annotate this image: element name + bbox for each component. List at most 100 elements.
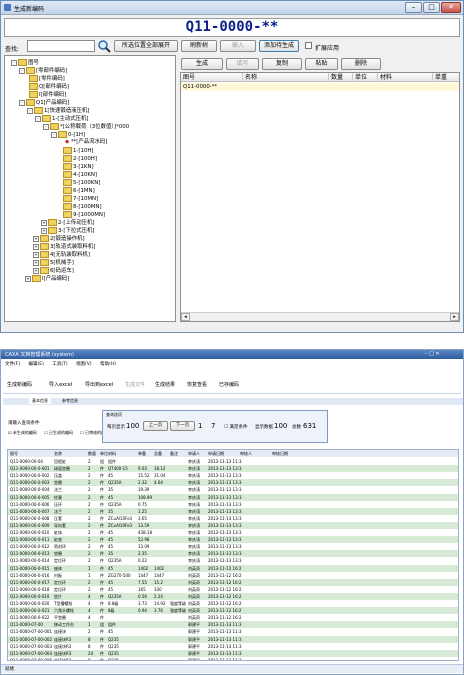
grid-column-header[interactable]: 单重 [138,450,146,457]
prev-page-button[interactable]: 上一页 [143,421,168,431]
generate-code-tool[interactable]: 生成新编码 [7,378,32,392]
restore-view-tool[interactable]: 恢复查看 [187,378,207,392]
checkbox-generated[interactable]: ☐ 已生成的编码 [44,430,73,435]
tree-node-selected[interactable]: ◆ **[产品流水码] [65,139,107,146]
column-header[interactable]: 数量 [329,73,353,82]
grid-column-header[interactable]: 申请日期 [208,450,224,457]
tree-node[interactable]: 4-[10KN] [63,171,97,178]
grid-column-header[interactable]: 申请人 [188,450,200,457]
tree-node[interactable]: + I[产品编码] [25,275,69,282]
grid-row[interactable]: Q11-0000-07-00-004 连接块R3 24 件 Q235 郭建平 2013-11… [8,649,458,657]
code-tree[interactable]: - 图号 - [零部件编码] [零件编码] Q[部件编码] I[部件编码] - Q1[… [4,55,176,322]
tree-node[interactable]: Q[部件编码] [29,83,69,90]
menu-tools[interactable]: 工具(T) [52,362,67,367]
condition-checkbox[interactable]: ☐ 满足条件 [224,424,247,430]
column-header[interactable]: 名称 [243,73,329,82]
minimize-button[interactable]: – [405,2,422,13]
import-excel-tool[interactable]: 导入excel [49,378,72,392]
column-header[interactable]: 单重 [433,73,459,82]
tree-node[interactable]: -1-[主动式压机] [35,115,89,122]
tab-basic-info[interactable]: 基本信息 [29,398,51,404]
fill-button[interactable]: 填写 [226,58,259,70]
tree-node[interactable]: -0-[1H] [51,131,85,138]
expand-all-button[interactable]: 所选位置全部展开 [114,40,178,52]
paste-button[interactable]: 粘贴 [305,58,338,70]
tree-node[interactable]: I[部件编码] [29,91,66,98]
per-page-value[interactable]: 100 [126,422,139,430]
tree-node[interactable]: 9-[1000MN] [63,211,105,218]
tree-node[interactable]: [零件编码] [29,75,65,82]
column-header[interactable]: 图号 [181,73,243,82]
grid-row[interactable]: Q11-0000-07-00-001 连接块 2 件 45 郭建平 2013-11-13 1… [8,628,458,635]
tab-reference-info[interactable]: 参考信息 [59,398,81,404]
grid-row[interactable]: Q11-0000-00-0-022 平垫圈 4 件 刘英奇 2013-11-12 16:2 [8,614,458,621]
delete-button[interactable]: 删除 [341,58,381,70]
grid-column-header[interactable]: 图号 [10,450,18,457]
grid-row[interactable]: Q11-0000-00-0-009 导向套 2 件 ZCuAl10Fe3 13.59 李庆涛… [8,521,458,530]
tree-node[interactable]: 3-[1KN] [63,163,94,170]
input-button[interactable]: 输入 [220,40,256,52]
menu-view[interactable]: 视图(V) [76,362,92,367]
tree-node[interactable]: 8-[100MN] [63,203,102,210]
grid-row[interactable]: Q11-0000-00-0-017 定位环 2 件 45 7.55 15.2 刘英奇 2013-… [8,578,458,586]
tree-node[interactable]: 6-[1MN] [63,187,95,194]
window-controls[interactable]: – □ ✕ [425,351,440,357]
records-grid[interactable]: 图号 名称 数量 单位 材料 单重 总重 备注 申请人 申请日期 审核人 审核日期 Q11-0000-… [7,449,459,661]
tree-node[interactable]: -1[快速锻造液压机] [27,107,89,114]
grid-row[interactable]: Q11-0000-00-0-002 压盖 2 件 45 15.52 31.04 李庆涛 2013… [8,472,458,479]
scroll-left-icon[interactable]: ◂ [181,313,190,321]
grid-column-header[interactable]: 审核人 [240,450,252,457]
search-icon[interactable] [97,39,111,53]
grid-row[interactable]: Q11-0000-00-0-014 定位环 2 件 Q235A 0.22 李庆涛 2013-1… [8,557,458,564]
tree-node[interactable]: 7-[10MN] [63,195,98,202]
grid-column-header[interactable]: 审核日期 [272,450,288,457]
table-row[interactable]: Q11-0000-** [181,83,459,91]
export-excel-tool[interactable]: 导出到excel [85,378,113,392]
refresh-tree-button[interactable]: 刷新树 [181,40,217,52]
grid-row[interactable]: Q11-0000-00-0-007 法兰 2 件 35 1.25 李庆涛 2013-11-13… [8,507,458,515]
menu-help[interactable]: 帮助(H) [100,362,116,367]
tree-node[interactable]: - *[公称载荷（3位数值）]*000 [43,123,129,130]
grid-column-header[interactable]: 数量 [88,450,96,457]
scroll-right-icon[interactable]: ▸ [450,313,459,321]
pending-codes-table[interactable]: 图号 名称 数量 单位 材料 单重 Q11-0000-** ◂ ▸ [180,72,460,322]
grid-row[interactable]: Q11-0000-00-0-004 法兰 2 件 35 19.39 李庆涛 2013-11-1… [8,486,458,493]
tree-node[interactable]: 1-[10H] [63,147,94,154]
tree-node[interactable]: +2[锻造操作机] [33,235,85,242]
close-button[interactable]: ✕ [441,2,461,13]
column-header[interactable]: 单位 [353,73,378,82]
saved-codes-tool[interactable]: 已存编码 [219,378,239,392]
copy-button[interactable]: 复制 [262,58,302,70]
grid-row[interactable]: Q11-0000-07-00-005 连接块R3 8 件 Q235 郭建平 2013-11-… [8,657,458,660]
extend-apply-checkbox[interactable] [305,42,312,49]
grid-column-header[interactable]: 材料 [108,450,116,457]
tree-node[interactable]: - 图号 [11,59,39,66]
horizontal-scrollbar[interactable]: ◂ ▸ [181,312,459,321]
generate-result-tool[interactable]: 生成结果 [155,378,175,392]
tree-node[interactable]: +5[机械手] [33,259,74,266]
search-input[interactable] [27,40,95,52]
generate-file-tool[interactable]: 生成文件 [125,378,145,392]
tree-node[interactable]: - Q1[产品编码] [19,99,69,106]
next-page-button[interactable]: 下一页 [170,421,195,431]
menu-file[interactable]: 文件(F) [5,362,20,367]
tree-node[interactable]: +3-[下拉式压机] [41,227,95,234]
tree-node[interactable]: 5-[100KN] [63,179,100,186]
grid-column-header[interactable]: 备注 [170,450,178,457]
checkbox-ungenerated[interactable]: ☑ 未生成的编码 [8,430,37,435]
grid-row[interactable]: Q11-0000-00-0-019 垫片 4 件 Q235A 0.56 2.24 刘英奇 201… [8,592,458,601]
grid-column-header[interactable]: 总重 [154,450,162,457]
tree-node[interactable]: +6[码运车] [33,267,74,274]
tree-node[interactable]: +4[无轨装取料机] [33,251,90,258]
grid-row[interactable]: Q11-0000-00-0-012 密封环 2 件 45 13.09 李庆涛 2013-11-… [8,543,458,550]
grid-column-header[interactable]: 名称 [54,450,62,457]
tree-node[interactable]: - [零部件编码] [19,67,67,74]
grid-column-header[interactable]: 单位 [100,450,108,457]
maximize-button[interactable]: □ [423,2,440,13]
column-header[interactable]: 材料 [378,73,433,82]
generate-button[interactable]: 生成 [181,58,223,70]
menu-edit[interactable]: 编辑(E) [29,362,44,367]
tree-node[interactable]: +3[轨道式装取料机] [33,243,95,250]
tree-node[interactable]: +2-[上传动压机] [41,219,95,226]
add-pending-button[interactable]: 添加待生成 [259,40,299,52]
